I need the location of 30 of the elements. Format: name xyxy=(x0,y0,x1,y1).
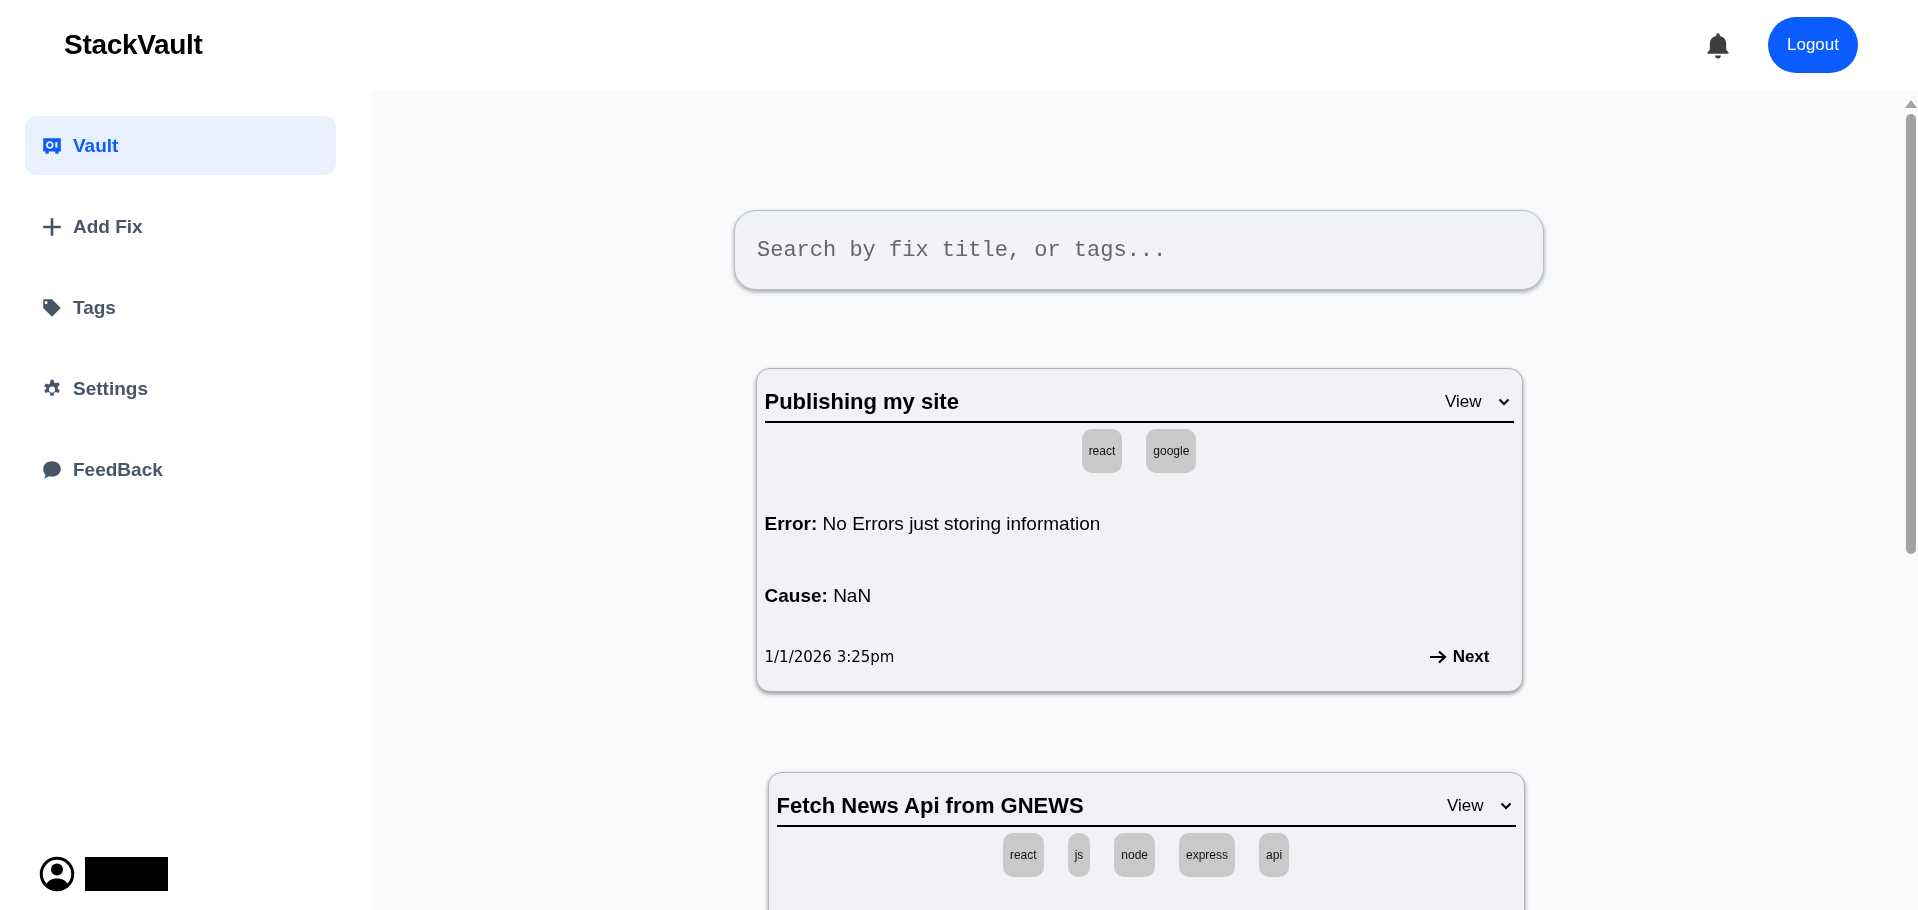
arrow-right-icon xyxy=(1428,650,1447,664)
chat-bubble-icon xyxy=(41,458,63,481)
view-dropdown[interactable]: View xyxy=(1440,392,1514,412)
tag-chip[interactable]: js xyxy=(1067,833,1091,877)
sidebar-item[interactable]: Tags xyxy=(25,278,336,337)
tag-chip[interactable]: api xyxy=(1259,833,1290,877)
tag-chip[interactable]: node xyxy=(1114,833,1155,877)
sidebar-item[interactable]: Vault xyxy=(25,116,336,175)
sidebar-item[interactable]: FeedBack xyxy=(25,440,336,499)
tag-chip[interactable]: react xyxy=(1002,833,1044,877)
chevron-down-icon xyxy=(1499,802,1512,810)
app-logo: StackVault xyxy=(64,29,203,61)
card-title: Fetch News Api from GNEWS xyxy=(776,793,1084,819)
error-text: Error: No Errors just storing information xyxy=(764,513,1102,535)
sidebar-item[interactable]: Settings xyxy=(25,359,336,418)
chevron-down-icon xyxy=(1497,398,1510,406)
logout-button[interactable]: Logout xyxy=(1768,17,1858,73)
tag-chip[interactable]: react xyxy=(1081,429,1123,473)
search-field[interactable]: Search by fix title, or tags... xyxy=(734,210,1544,290)
sidebar-item[interactable]: Add Fix xyxy=(25,197,336,256)
user-avatar-icon xyxy=(39,856,75,892)
tag-chip[interactable]: express xyxy=(1179,833,1236,877)
tag-icon xyxy=(41,296,63,319)
card-title: Publishing my site xyxy=(764,389,959,415)
plus-icon xyxy=(41,215,63,238)
view-dropdown[interactable]: View xyxy=(1442,796,1516,816)
tag-chip[interactable]: google xyxy=(1146,429,1197,473)
cause-text: Cause: NaN xyxy=(764,585,873,607)
next-button[interactable]: Next xyxy=(1428,647,1490,667)
timestamp: 1/1/2026 3:25pm xyxy=(764,648,895,666)
